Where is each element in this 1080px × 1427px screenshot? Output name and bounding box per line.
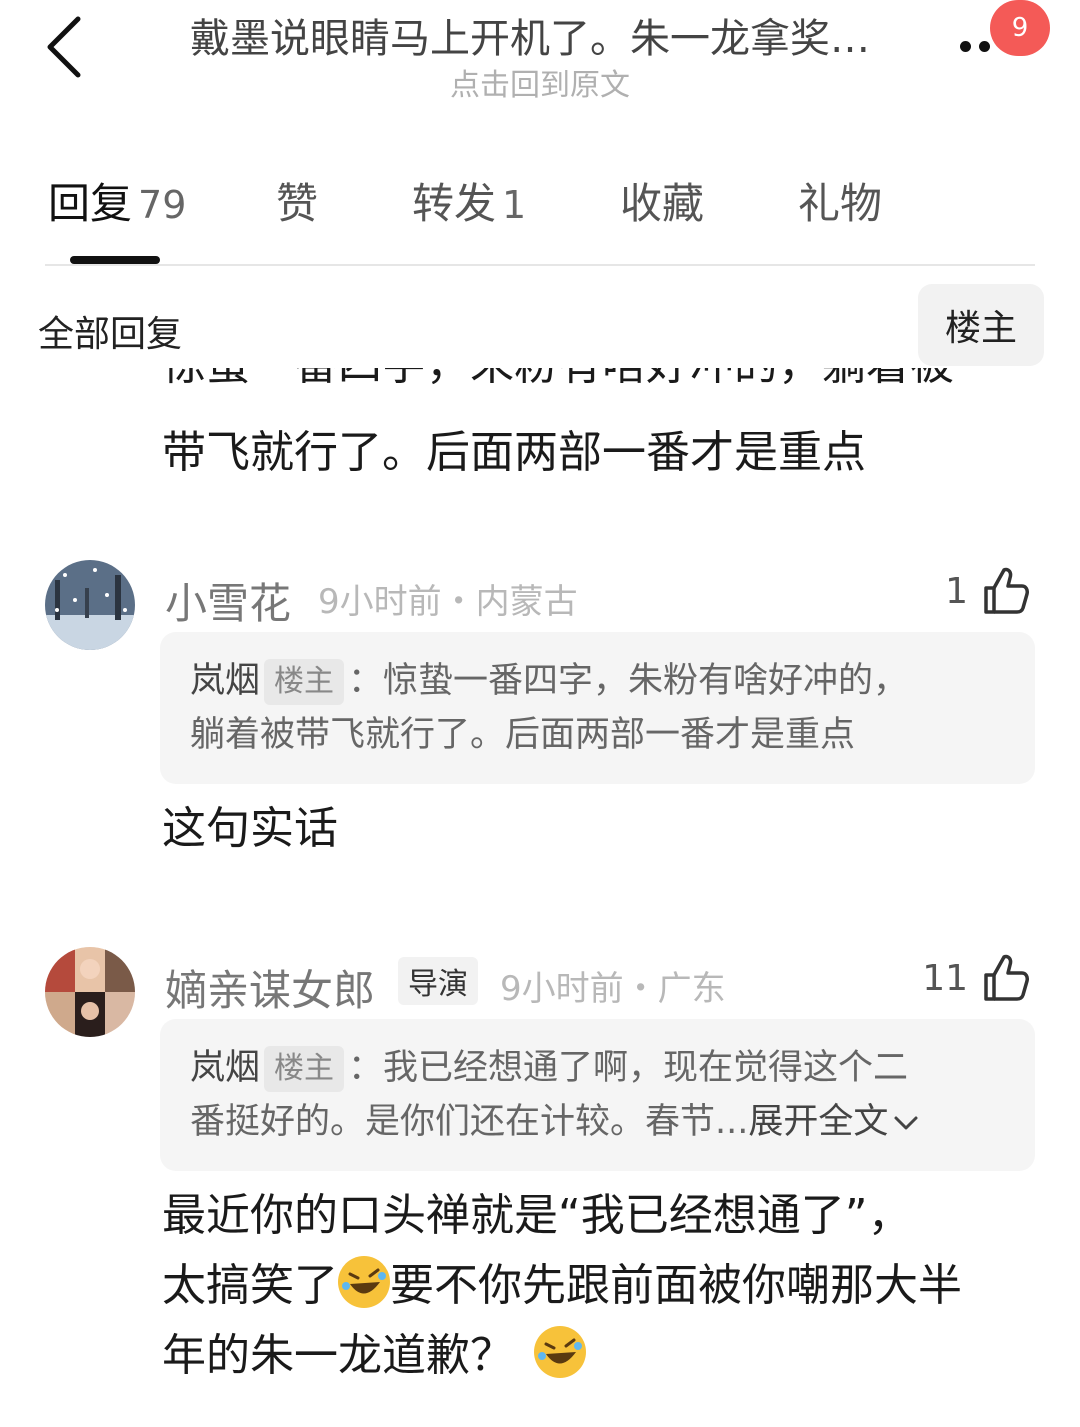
comment-text: 要不你先跟前面被你嘲那大半 — [390, 1260, 962, 1311]
previous-comment: 惊蛰一番四字，朱粉有啥好冲的，躺着被 带飞就行了。后面两部一番才是重点 — [0, 368, 1080, 488]
thumbs-up-icon — [984, 954, 1029, 1001]
quote-line: 岚烟 楼主 ：惊蛰一番四字，朱粉有啥好冲的， — [190, 654, 1005, 708]
like-count: 11 — [922, 957, 968, 999]
top-bar: 戴墨说眼睛马上开机了。朱一龙拿奖… 点击回到原文 9 — [0, 0, 1080, 120]
comment-text-line: 年的朱一龙道歉？ — [162, 1321, 586, 1391]
tab-count: 1 — [502, 183, 527, 227]
comment-text-clipped: 惊蛰一番四字，朱粉有啥好冲的，躺着被 — [162, 368, 954, 392]
quote-author[interactable]: 岚烟 — [190, 661, 260, 701]
comment-text: 这句实话 — [162, 803, 338, 854]
quote-text: ：我已经想通了啊，现在觉得这个二 — [348, 1048, 909, 1088]
op-only-button[interactable]: 楼主 — [918, 284, 1044, 366]
role-tag: 导演 — [398, 957, 478, 1005]
photo-collage-avatar-icon — [45, 947, 135, 1037]
tab-label: 礼物 — [798, 179, 883, 228]
quote-line: 岚烟 楼主 ：我已经想通了啊，现在觉得这个二 — [190, 1041, 1005, 1095]
rolling-laughing-emoji-icon — [534, 1326, 586, 1378]
comment-text: 太搞笑了 — [162, 1260, 338, 1311]
comment-text-line: 太搞笑了 要不你先跟前面被你嘲那大半 — [162, 1251, 962, 1321]
tab-replies[interactable]: 回复 79 — [48, 170, 186, 234]
chevron-down-icon — [894, 1116, 918, 1130]
tab-bar: 回复 79 赞 转发 1 收藏 礼物 — [0, 170, 1080, 240]
chevron-left-icon — [47, 16, 81, 78]
quote-text: 番挺好的。是你们还在计较。春节... — [190, 1102, 749, 1142]
tab-label: 收藏 — [620, 179, 705, 228]
snow-landscape-avatar-icon — [45, 560, 135, 650]
like-button[interactable]: 1 — [945, 566, 1030, 616]
avatar[interactable] — [45, 560, 135, 650]
quoted-reply[interactable]: 岚烟 楼主 ：我已经想通了啊，现在觉得这个二 番挺好的。是你们还在计较。春节...展… — [160, 1019, 1035, 1171]
quote-author[interactable]: 岚烟 — [190, 1048, 260, 1088]
all-replies-label[interactable]: 全部回复 — [38, 305, 182, 357]
like-button[interactable]: 11 — [922, 953, 1030, 1003]
op-tag: 楼主 — [264, 659, 345, 705]
username[interactable]: 嫡亲谋女郎 — [165, 957, 375, 1018]
quote-text: ：惊蛰一番四字，朱粉有啥好冲的， — [348, 661, 909, 701]
tabs-divider — [45, 264, 1035, 266]
more-dot-icon — [960, 40, 971, 52]
tab-count: 79 — [138, 183, 187, 227]
like-count: 1 — [945, 570, 968, 612]
back-to-original-link[interactable]: 点击回到原文 — [140, 60, 940, 104]
more-dot-icon — [979, 40, 990, 52]
quoted-reply[interactable]: 岚烟 楼主 ：惊蛰一番四字，朱粉有啥好冲的， 躺着被带飞就行了。后面两部一番才是重点 — [160, 632, 1035, 784]
back-button[interactable] — [34, 12, 94, 82]
op-tag: 楼主 — [264, 1046, 345, 1092]
quote-line: 番挺好的。是你们还在计较。春节...展开全文 — [190, 1095, 1005, 1149]
tab-gifts[interactable]: 礼物 — [798, 170, 882, 234]
rolling-laughing-emoji-icon — [338, 1256, 390, 1308]
expand-label: 展开全文 — [748, 1102, 889, 1142]
notification-badge[interactable]: 9 — [990, 0, 1050, 56]
tab-label: 回复 — [48, 179, 133, 228]
avatar[interactable] — [45, 947, 135, 1037]
thumbs-up-icon — [984, 567, 1029, 614]
tab-favorites[interactable]: 收藏 — [620, 170, 704, 234]
post-title[interactable]: 戴墨说眼睛马上开机了。朱一龙拿奖… — [140, 6, 920, 64]
comment-text: 年的朱一龙道歉？ — [162, 1330, 514, 1381]
comment-meta: 9小时前・内蒙古 — [318, 582, 578, 622]
comment-text: 最近你的口头禅就是“我已经想通了”， — [162, 1190, 912, 1241]
comment-meta: 9小时前・广东 — [500, 969, 726, 1009]
tab-reposts[interactable]: 转发 1 — [412, 170, 526, 234]
expand-full-text-link[interactable]: 展开全文 — [748, 1102, 920, 1142]
comment-text: 带飞就行了。后面两部一番才是重点 — [162, 427, 866, 478]
tab-likes[interactable]: 赞 — [276, 170, 318, 234]
active-tab-indicator — [70, 256, 160, 264]
username[interactable]: 小雪花 — [165, 570, 291, 631]
tab-label: 转发 — [412, 179, 497, 228]
quote-text: 躺着被带飞就行了。后面两部一番才是重点 — [190, 715, 856, 755]
tab-label: 赞 — [276, 179, 319, 228]
